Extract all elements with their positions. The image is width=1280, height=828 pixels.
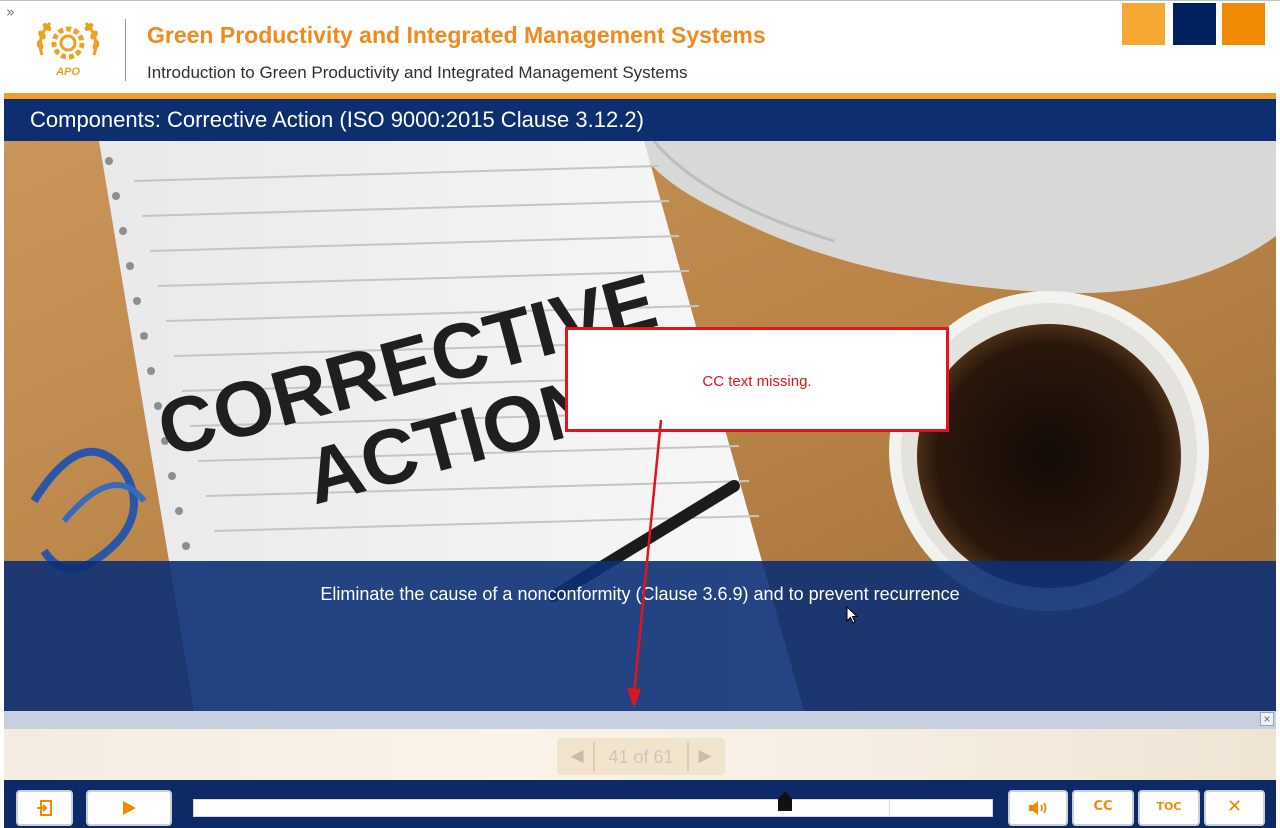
- caption-band: Eliminate the cause of a nonconformity (…: [4, 561, 1276, 711]
- course-header: » APO Green Productivity and Integrated …: [0, 0, 1280, 93]
- slide-title: Components: Corrective Action (ISO 9000:…: [30, 107, 644, 132]
- course-subtitle: Introduction to Green Productivity and I…: [147, 63, 688, 82]
- cc-missing-text: CC text missing.: [702, 373, 812, 390]
- closed-caption-panel: ×: [4, 711, 1276, 729]
- progress-bar[interactable]: [193, 799, 993, 817]
- progress-marker: [889, 800, 890, 816]
- exit-button[interactable]: [16, 790, 73, 826]
- cc-panel-close-icon[interactable]: ×: [1260, 712, 1274, 726]
- brand-square-navy: [1173, 3, 1216, 45]
- next-slide-icon[interactable]: ▶: [695, 745, 715, 767]
- header-divider: [125, 19, 126, 81]
- course-player: » APO Green Productivity and Integrated …: [0, 0, 1280, 828]
- speaker-icon: [1029, 801, 1047, 815]
- brand-square-yellow: [1122, 3, 1165, 45]
- previous-slide-icon[interactable]: ◀: [567, 745, 587, 767]
- apo-logo: APO: [36, 21, 100, 78]
- course-title: Green Productivity and Integrated Manage…: [147, 22, 766, 48]
- slide-pager: ◀ 41 of 61 ▶: [557, 738, 725, 775]
- play-icon: [123, 801, 136, 815]
- progress-scrubber-handle[interactable]: [778, 791, 792, 811]
- slide-caption: Eliminate the cause of a nonconformity (…: [320, 584, 960, 604]
- expand-menu-icon[interactable]: »: [6, 5, 15, 20]
- player-control-bar: CC TOC ✕: [4, 780, 1276, 828]
- mouse-cursor-icon: [846, 606, 859, 624]
- closed-caption-button[interactable]: CC: [1072, 790, 1134, 826]
- svg-text:APO: APO: [55, 66, 80, 78]
- close-course-button[interactable]: ✕: [1204, 790, 1265, 826]
- play-button[interactable]: [86, 790, 172, 826]
- pager-divider: [593, 742, 595, 771]
- slide-counter: 41 of 61: [608, 747, 674, 767]
- cc-missing-annotation: CC text missing.: [565, 327, 949, 432]
- table-of-contents-button[interactable]: TOC: [1138, 790, 1200, 826]
- exit-icon: [36, 800, 52, 816]
- slide-title-bar: Components: Corrective Action (ISO 9000:…: [4, 99, 1276, 141]
- audio-button[interactable]: [1008, 790, 1068, 826]
- slide-navigation-area: ◀ 41 of 61 ▶: [4, 729, 1276, 780]
- pager-divider: [687, 742, 689, 771]
- brand-square-orange: [1222, 3, 1265, 45]
